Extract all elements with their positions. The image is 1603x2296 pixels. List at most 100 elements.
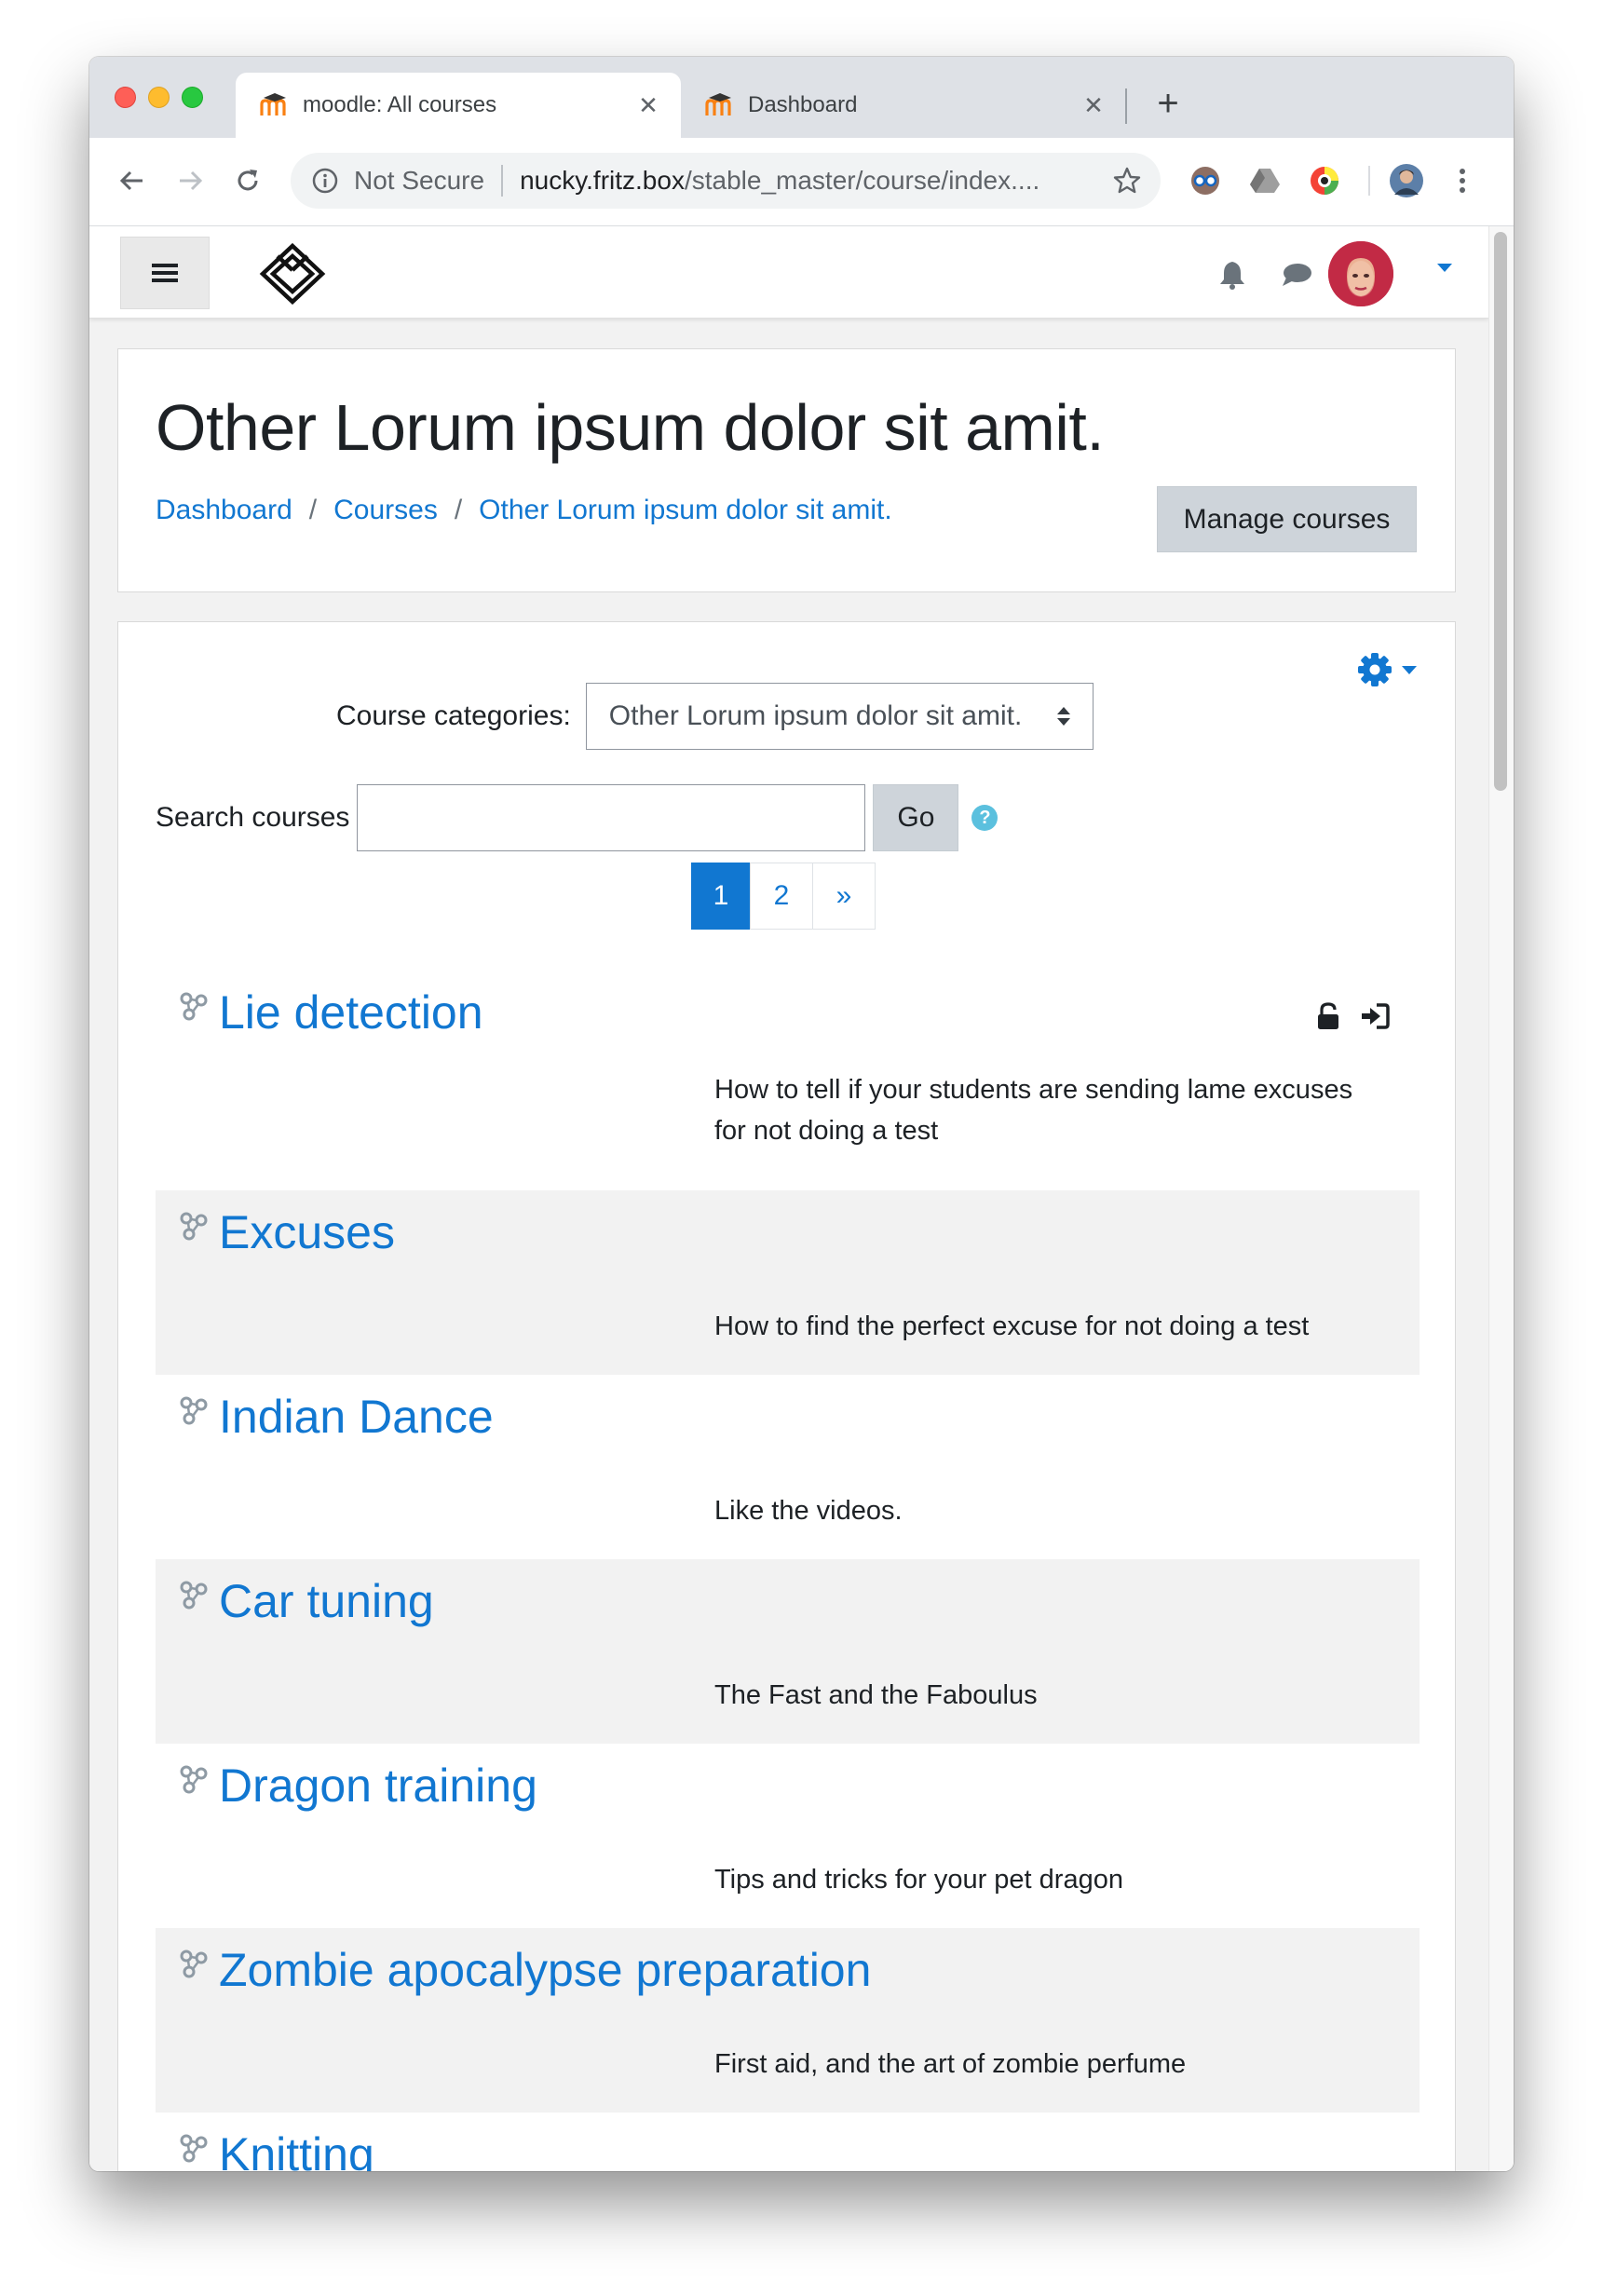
list-item: Excuses How to find the perfect excuse f… xyxy=(156,1190,1420,1375)
course-link[interactable]: Lie detection xyxy=(219,985,483,1039)
course-link[interactable]: Indian Dance xyxy=(219,1390,494,1444)
pagination: 1 2 » xyxy=(691,863,876,930)
course-link[interactable]: Knitting xyxy=(219,2127,374,2171)
address-divider xyxy=(501,165,504,197)
browser-window: moodle: All courses ✕ Dashboard ✕ + Not … xyxy=(89,57,1514,2171)
zoom-window-button[interactable] xyxy=(182,87,203,108)
breadcrumb-separator: / xyxy=(308,495,318,525)
close-tab-icon[interactable]: ✕ xyxy=(634,91,662,119)
tab-title: Dashboard xyxy=(748,92,858,117)
site-logo-icon[interactable] xyxy=(257,242,328,306)
info-icon[interactable] xyxy=(309,165,341,197)
moodle-favicon-icon xyxy=(703,91,735,119)
user-avatar[interactable] xyxy=(1328,241,1393,306)
url-path: /stable_master/course/index.... xyxy=(684,166,1040,195)
hamburger-icon xyxy=(152,264,178,282)
course-sprout-icon xyxy=(178,1580,210,1611)
reload-icon[interactable] xyxy=(227,160,268,201)
course-sprout-icon xyxy=(178,1764,210,1796)
unlock-icon xyxy=(1317,1002,1339,1030)
course-sprout-icon xyxy=(178,2133,210,2165)
scrollbar-thumb[interactable] xyxy=(1494,232,1507,791)
bookmark-star-icon[interactable] xyxy=(1108,162,1146,199)
list-item: Zombie apocalypse preparation First aid,… xyxy=(156,1928,1420,2113)
drawer-toggle-button[interactable] xyxy=(120,237,210,309)
course-summary: The Fast and the Faboulus xyxy=(714,1680,1038,1710)
course-enrol-icons xyxy=(1297,1002,1390,1030)
course-list: Lie detection How to tell if your studen… xyxy=(156,971,1420,2171)
search-label: Search courses xyxy=(156,802,350,833)
notifications-bell-icon[interactable] xyxy=(1216,258,1249,292)
select-arrows-icon xyxy=(1056,707,1070,726)
category-label: Course categories: xyxy=(336,700,571,731)
chevron-down-icon xyxy=(1402,665,1417,674)
go-button[interactable]: Go xyxy=(873,784,959,851)
browser-menu-icon[interactable] xyxy=(1444,162,1481,199)
course-link[interactable]: Dragon training xyxy=(219,1759,537,1813)
minimize-window-button[interactable] xyxy=(148,87,170,108)
address-bar[interactable]: Not Secure nucky.fritz.box/stable_master… xyxy=(291,153,1161,209)
course-listing-card: Course categories: Other Lorum ipsum dol… xyxy=(117,621,1456,2171)
forward-icon[interactable] xyxy=(170,160,211,201)
list-item: Lie detection How to tell if your studen… xyxy=(156,971,1420,1190)
list-item: Dragon training Tips and tricks for your… xyxy=(156,1744,1420,1928)
help-icon[interactable]: ? xyxy=(971,805,998,831)
course-sprout-icon xyxy=(178,991,210,1023)
page-title: Other Lorum ipsum dolor sit amit. xyxy=(156,391,1105,464)
back-icon[interactable] xyxy=(112,160,153,201)
course-link[interactable]: Car tuning xyxy=(219,1574,434,1628)
course-summary: Tips and tricks for your pet dragon xyxy=(714,1865,1123,1895)
course-sprout-icon xyxy=(178,1211,210,1243)
gear-icon xyxy=(1358,653,1392,686)
extension-glasses-icon[interactable] xyxy=(1187,162,1224,199)
breadcrumb-category[interactable]: Other Lorum ipsum dolor sit amit. xyxy=(479,495,891,526)
security-label: Not Secure xyxy=(354,166,485,195)
page-viewport: Other Lorum ipsum dolor sit amit. Dashbo… xyxy=(89,226,1514,2171)
page-header: Other Lorum ipsum dolor sit amit. Dashbo… xyxy=(117,348,1456,592)
tab-strip: moodle: All courses ✕ Dashboard ✕ + xyxy=(89,57,1514,138)
breadcrumb-dashboard[interactable]: Dashboard xyxy=(156,495,292,526)
list-item: Indian Dance Like the videos. xyxy=(156,1375,1420,1559)
course-summary: Like the videos. xyxy=(714,1496,903,1526)
next-page-link[interactable]: » xyxy=(812,863,876,930)
moodle-favicon-icon xyxy=(258,91,290,119)
course-summary: How to tell if your students are sending… xyxy=(714,1075,1353,1146)
new-tab-icon[interactable]: + xyxy=(1149,83,1187,124)
close-tab-icon[interactable]: ✕ xyxy=(1080,91,1107,119)
browser-toolbar: Not Secure nucky.fritz.box/stable_master… xyxy=(89,138,1514,226)
tab-dashboard[interactable]: Dashboard ✕ xyxy=(681,73,1126,138)
close-window-button[interactable] xyxy=(115,87,136,108)
course-summary: First aid, and the art of zombie perfume xyxy=(714,2049,1187,2079)
messages-bubble-icon[interactable] xyxy=(1280,258,1313,292)
toolbar-divider xyxy=(1368,166,1370,196)
page-scrollbar[interactable] xyxy=(1488,226,1514,2171)
breadcrumb-separator: / xyxy=(454,495,463,525)
url-host: nucky.fritz.box xyxy=(520,166,685,195)
category-select[interactable]: Other Lorum ipsum dolor sit amit. xyxy=(585,683,1094,750)
course-summary: How to find the perfect excuse for not d… xyxy=(714,1311,1310,1341)
manage-courses-button[interactable]: Manage courses xyxy=(1157,486,1417,552)
breadcrumb-courses[interactable]: Courses xyxy=(333,495,438,526)
settings-menu[interactable] xyxy=(1357,652,1417,687)
course-link[interactable]: Zombie apocalypse preparation xyxy=(219,1943,871,1997)
search-input[interactable] xyxy=(357,784,866,851)
course-link[interactable]: Excuses xyxy=(219,1205,395,1259)
category-select-value: Other Lorum ipsum dolor sit amit. xyxy=(608,700,1023,731)
page-1-link[interactable]: 1 xyxy=(691,863,751,930)
list-item: Knitting xyxy=(156,2113,1420,2171)
google-drive-icon[interactable] xyxy=(1246,162,1284,199)
top-navbar xyxy=(89,226,1488,319)
tab-all-courses[interactable]: moodle: All courses ✕ xyxy=(236,73,681,138)
color-picker-extension-icon[interactable] xyxy=(1306,162,1343,199)
profile-avatar-icon[interactable] xyxy=(1388,162,1425,199)
user-menu-caret-icon[interactable] xyxy=(1437,264,1452,272)
course-search-form: Search courses Go ? xyxy=(156,784,998,851)
category-selector-row: Course categories: Other Lorum ipsum dol… xyxy=(336,683,1094,750)
course-sprout-icon xyxy=(178,1949,210,1980)
sign-in-icon xyxy=(1360,1002,1390,1030)
page-2-link[interactable]: 2 xyxy=(750,863,813,930)
breadcrumb: Dashboard / Courses / Other Lorum ipsum … xyxy=(156,495,892,526)
course-sprout-icon xyxy=(178,1395,210,1427)
list-item: Car tuning The Fast and the Faboulus xyxy=(156,1559,1420,1744)
url-text: nucky.fritz.box/stable_master/course/ind… xyxy=(520,166,1108,196)
